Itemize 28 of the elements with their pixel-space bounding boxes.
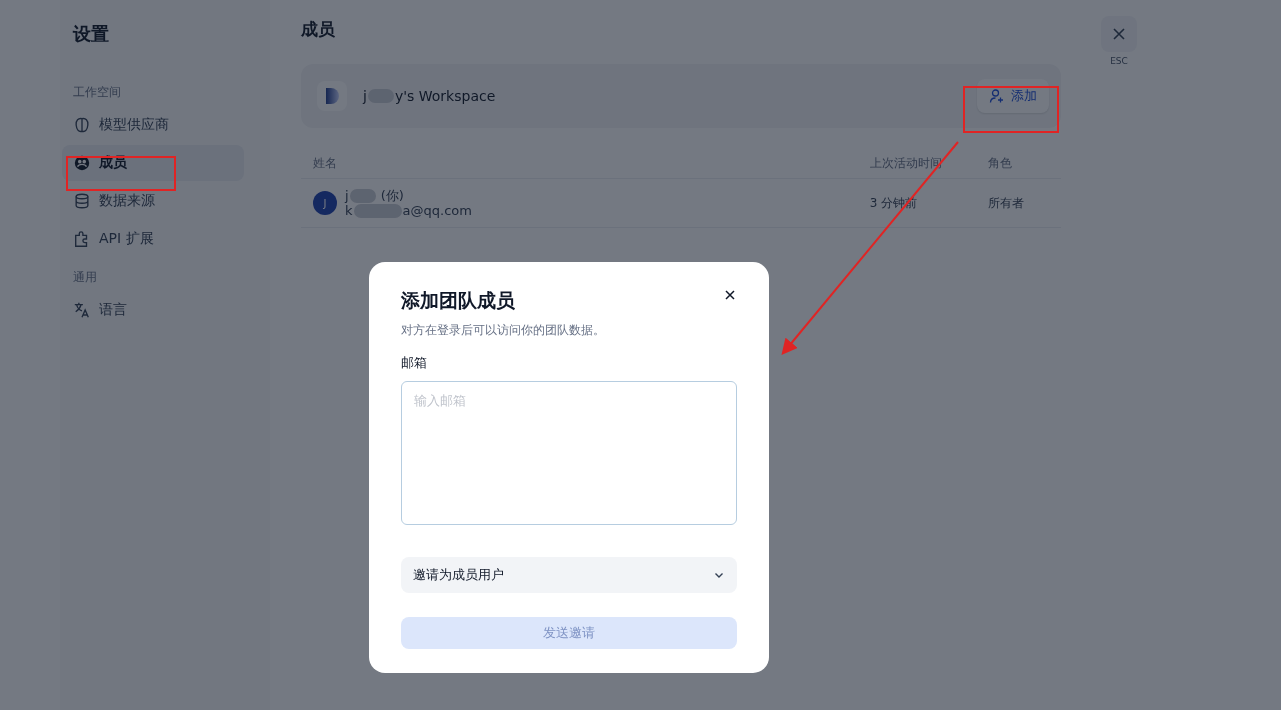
page-title: 成员 (301, 18, 335, 41)
field-label: 邮箱 (401, 354, 428, 372)
member-email: k a@qq.com (345, 203, 472, 218)
sidebar-item[interactable]: API 扩展 (62, 221, 244, 257)
settings-title: 设置 (71, 22, 110, 46)
column-header: 姓名 (313, 155, 337, 170)
dialog-title: 添加团队成员 (401, 288, 515, 313)
esc-hint: ESC (1110, 56, 1128, 66)
column-header: 角色 (987, 155, 1012, 170)
brain-icon (73, 116, 91, 134)
sidebar-item[interactable]: 模型供应商 (62, 107, 244, 143)
section-heading: 通用 (72, 269, 98, 286)
email-field[interactable]: 输入邮箱 (401, 381, 737, 525)
section-heading: 工作空间 (72, 84, 122, 101)
sidebar-item[interactable]: 数据来源 (62, 183, 244, 219)
add-member-button[interactable]: 添加 (977, 79, 1049, 113)
close-icon (1112, 27, 1126, 41)
database-icon (73, 192, 91, 210)
avatar: J (313, 191, 337, 215)
member-name: j (你) (345, 188, 405, 203)
dialog-description: 对方在登录后可以访问你的团队数据。 (401, 322, 606, 339)
user-plus-icon (989, 88, 1005, 104)
member-role: 所有者 (987, 195, 1024, 210)
translate-icon (73, 301, 91, 319)
sidebar-item[interactable]: 语言 (62, 292, 244, 328)
workspace-name: j y's Workspace (363, 88, 497, 104)
role-dropdown[interactable]: 邀请为成员用户 (401, 557, 737, 593)
logo-icon (317, 81, 347, 111)
